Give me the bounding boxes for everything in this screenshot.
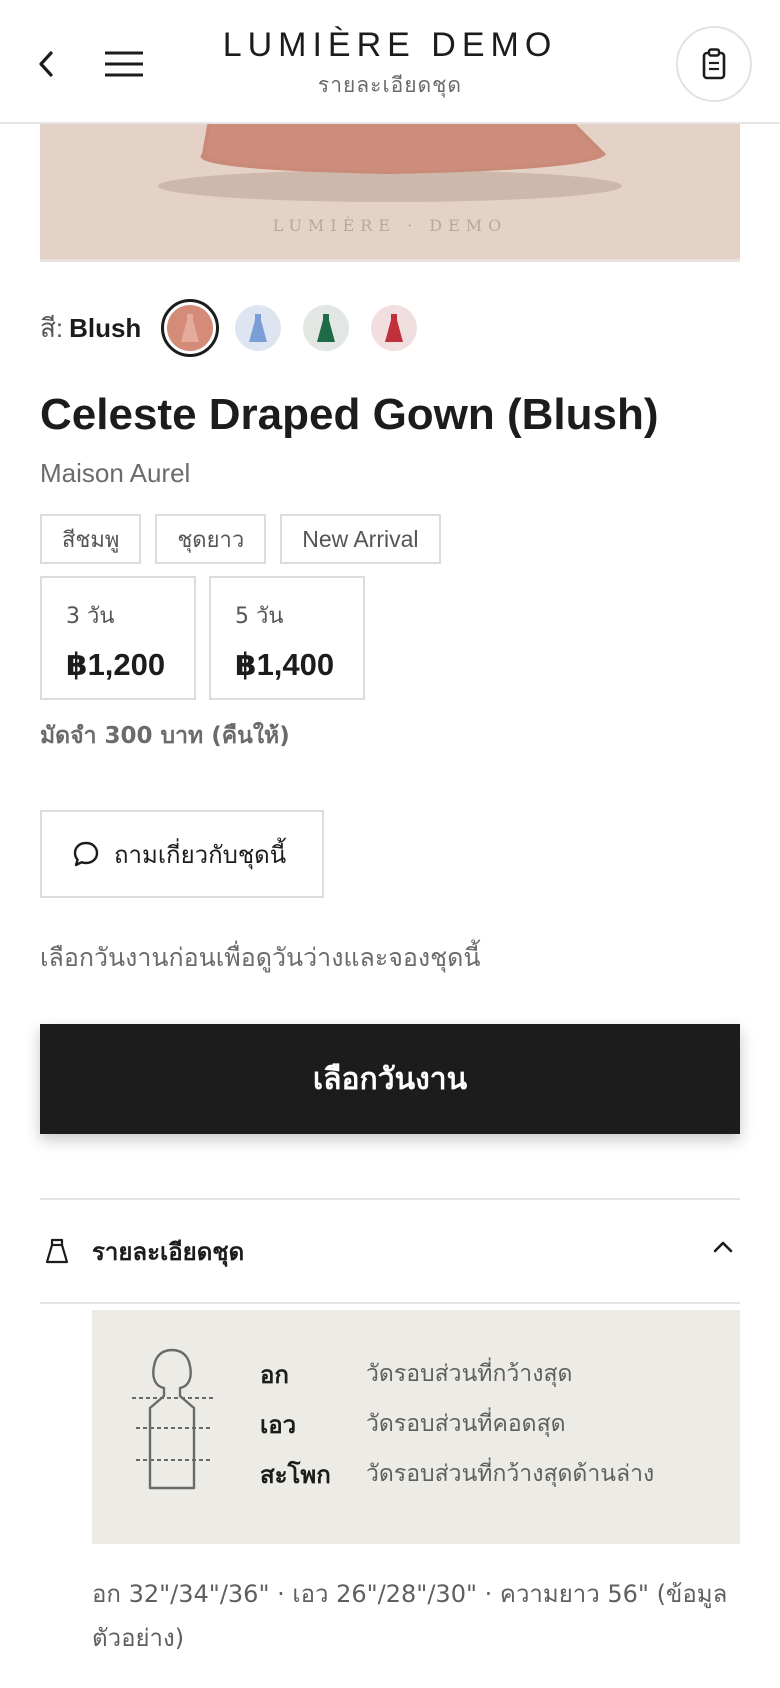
designer-name: Maison Aurel — [40, 458, 191, 488]
brand-title: LUMIÈRE DEMO — [222, 26, 558, 64]
rental-price-options: 3 วัน ฿1,200 5 วัน ฿1,400 — [40, 576, 365, 700]
dress-icon — [317, 314, 335, 342]
chat-bubble-icon — [73, 841, 99, 867]
ask-button-label: ถามเกี่ยวกับชุดนี้ — [114, 840, 287, 869]
measurement-name: สะโพก — [260, 1460, 331, 1489]
tag-type: ชุดยาว — [155, 514, 267, 564]
body-measurement-figure — [132, 1348, 214, 1490]
measurement-description: วัดรอบส่วนที่กว้างสุด — [366, 1361, 573, 1387]
app-header: LUMIÈRE DEMO รายละเอียดชุด — [0, 0, 780, 124]
size-specs: อก 32"/34"/36" · เอว 26"/28"/30" · ความย… — [92, 1580, 728, 1652]
product-title: Celeste Draped Gown (Blush) — [40, 390, 659, 439]
swatch-blue[interactable] — [235, 305, 281, 351]
dress-icon — [385, 314, 403, 342]
deposit-note: มัดจำ 300 บาท (คืนให้) — [40, 723, 290, 749]
dress-icon — [249, 314, 267, 342]
product-image[interactable]: LUMIÈRE · DEMO — [40, 124, 740, 262]
page-subtitle: รายละเอียดชุด — [317, 73, 463, 97]
tag-color: สีชมพู — [40, 514, 142, 564]
rental-list-button[interactable] — [676, 26, 752, 102]
price-duration: 3 วัน — [66, 604, 115, 629]
dress-icon — [45, 1238, 69, 1264]
price-option-5-days[interactable]: 5 วัน ฿1,400 — [209, 576, 365, 700]
price-amount: ฿1,200 — [66, 647, 166, 682]
measurement-bust: อก วัดรอบส่วนที่กว้างสุด — [260, 1354, 572, 1394]
brand[interactable]: LUMIÈRE DEMO รายละเอียดชุด — [190, 26, 590, 102]
measurement-hips: สะโพก วัดรอบส่วนที่กว้างสุดด้านล่าง — [260, 1454, 654, 1494]
ask-about-dress-button[interactable]: ถามเกี่ยวกับชุดนี้ — [40, 810, 324, 898]
measurement-description: วัดรอบส่วนที่กว้างสุดด้านล่าง — [366, 1461, 655, 1487]
price-duration: 5 วัน — [235, 604, 284, 629]
measurement-guide: อก วัดรอบส่วนที่กว้างสุด เอว วัดรอบส่วนท… — [92, 1310, 740, 1544]
image-watermark: LUMIÈRE · DEMO — [272, 216, 508, 235]
gown-illustration — [158, 124, 622, 202]
price-amount: ฿1,400 — [235, 647, 335, 682]
measurement-name: อก — [260, 1360, 289, 1389]
dress-icon — [181, 314, 199, 342]
back-button[interactable] — [28, 42, 64, 86]
rental-list-icon — [702, 48, 726, 80]
chevron-up-icon — [713, 1241, 733, 1253]
color-selector: สี: Blush — [40, 300, 141, 356]
measurement-name: เอว — [260, 1410, 297, 1439]
booking-hint: เลือกวันงานก่อนเพื่อดูวันว่างและจองชุดนี… — [40, 943, 481, 972]
details-title: รายละเอียดชุด — [92, 1237, 245, 1266]
menu-button[interactable] — [100, 44, 148, 84]
tag-new-arrival: New Arrival — [280, 514, 441, 564]
tag-list: สีชมพู ชุดยาว New Arrival — [40, 514, 441, 564]
measurement-description: วัดรอบส่วนที่คอดสุด — [366, 1411, 566, 1437]
selected-color: Blush — [69, 312, 142, 343]
measurement-waist: เอว วัดรอบส่วนที่คอดสุด — [260, 1404, 566, 1444]
color-label: สี: — [40, 312, 64, 343]
swatch-green[interactable] — [303, 305, 349, 351]
price-option-3-days[interactable]: 3 วัน ฿1,200 — [40, 576, 196, 700]
swatch-red[interactable] — [371, 305, 417, 351]
chevron-left-icon — [39, 51, 53, 77]
details-accordion-header[interactable]: รายละเอียดชุด — [40, 1198, 740, 1304]
hamburger-icon — [105, 51, 143, 77]
swatch-blush[interactable] — [161, 299, 219, 357]
select-event-date-button[interactable]: เลือกวันงาน — [40, 1024, 740, 1134]
